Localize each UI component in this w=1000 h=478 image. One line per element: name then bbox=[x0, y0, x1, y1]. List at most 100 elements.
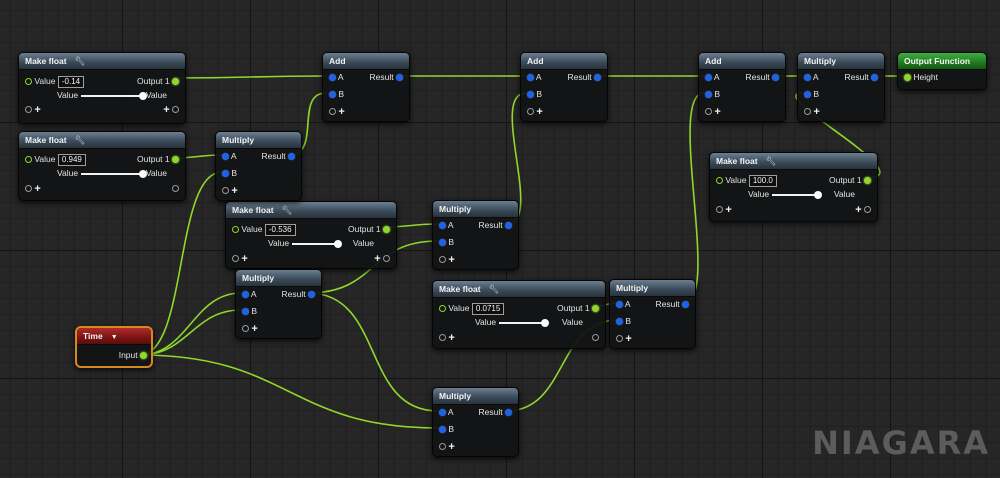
exec-pin-icon[interactable] bbox=[329, 108, 336, 116]
input-a-pin[interactable] bbox=[329, 74, 336, 82]
input-b-pin[interactable] bbox=[242, 308, 249, 316]
slider-knob[interactable] bbox=[541, 319, 549, 327]
input-a-pin[interactable] bbox=[804, 74, 811, 82]
make-float-header[interactable]: Make float 🔧︎ bbox=[433, 281, 605, 298]
value-field[interactable]: 0.949 bbox=[57, 153, 86, 166]
exec-pin-icon[interactable] bbox=[383, 255, 390, 263]
add-node-2[interactable]: Add A Result B + bbox=[520, 52, 608, 122]
input-b-pin[interactable] bbox=[439, 426, 446, 434]
exec-pin-icon[interactable] bbox=[172, 185, 179, 193]
make-float-header[interactable]: Make float 🔧︎ bbox=[710, 153, 877, 170]
result-pin[interactable] bbox=[871, 74, 878, 82]
input-a-pin[interactable] bbox=[242, 291, 249, 299]
value-input-pin[interactable] bbox=[232, 226, 239, 234]
exec-pin-icon[interactable] bbox=[25, 185, 32, 193]
height-input-pin[interactable] bbox=[904, 74, 911, 82]
value-slider[interactable] bbox=[772, 191, 822, 199]
time-output-pin[interactable] bbox=[140, 352, 147, 360]
value-input-pin[interactable] bbox=[25, 156, 32, 164]
slider-knob[interactable] bbox=[814, 191, 822, 199]
multiply-header[interactable]: Multiply bbox=[433, 388, 518, 405]
plus-icon[interactable]: + bbox=[374, 253, 380, 265]
wrench-icon[interactable]: 🔧︎ bbox=[766, 156, 777, 166]
exec-pin-icon[interactable] bbox=[592, 334, 599, 342]
make-float-node-4[interactable]: Make float 🔧︎ Value 0.0715 Output 1 Value… bbox=[432, 280, 606, 349]
exec-pin-icon[interactable] bbox=[172, 106, 179, 114]
input-b-pin[interactable] bbox=[439, 239, 446, 247]
make-float-node-3[interactable]: Make float 🔧︎ Value -0.536 Output 1 Value… bbox=[225, 201, 397, 269]
exec-pin-icon[interactable] bbox=[804, 108, 811, 116]
exec-pin-icon[interactable] bbox=[527, 108, 534, 116]
result-pin[interactable] bbox=[682, 301, 689, 309]
result-pin[interactable] bbox=[505, 409, 512, 417]
multiply-header[interactable]: Multiply bbox=[236, 270, 321, 287]
exec-pin-icon[interactable] bbox=[439, 443, 446, 451]
input-b-pin[interactable] bbox=[705, 91, 712, 99]
make-float-node-2[interactable]: Make float 🔧︎ Value 0.949 Output 1 Value … bbox=[18, 131, 186, 201]
plus-icon[interactable]: + bbox=[34, 183, 40, 195]
exec-pin-icon[interactable] bbox=[242, 325, 249, 333]
value-input-pin[interactable] bbox=[439, 305, 446, 313]
multiply-header[interactable]: Multiply bbox=[610, 280, 695, 297]
dropdown-caret-icon[interactable]: ▼ bbox=[111, 334, 118, 341]
multiply-node-3[interactable]: Multiply A Result B + bbox=[235, 269, 322, 339]
input-b-pin[interactable] bbox=[804, 91, 811, 99]
output-pin[interactable] bbox=[864, 177, 871, 185]
exec-pin-icon[interactable] bbox=[222, 187, 229, 195]
multiply-header[interactable]: Multiply bbox=[433, 201, 518, 218]
value-input-pin[interactable] bbox=[25, 78, 32, 86]
add-header[interactable]: Add bbox=[323, 53, 409, 70]
plus-icon[interactable]: + bbox=[241, 253, 247, 265]
output-pin[interactable] bbox=[172, 78, 179, 86]
add-node-1[interactable]: Add A Result B + bbox=[322, 52, 410, 122]
multiply-header[interactable]: Multiply bbox=[798, 53, 884, 70]
result-pin[interactable] bbox=[396, 74, 403, 82]
add-header[interactable]: Add bbox=[699, 53, 785, 70]
make-float-node-5[interactable]: Make float 🔧︎ Value 100.0 Output 1 Value … bbox=[709, 152, 878, 222]
result-pin[interactable] bbox=[505, 222, 512, 230]
exec-pin-icon[interactable] bbox=[25, 106, 32, 114]
value-field[interactable]: -0.14 bbox=[57, 75, 85, 88]
multiply-node-2[interactable]: Multiply A Result B + bbox=[432, 200, 519, 270]
make-float-node-1[interactable]: Make float 🔧︎ Value -0.14 Output 1 Value … bbox=[18, 52, 186, 124]
plus-icon[interactable]: + bbox=[163, 104, 169, 116]
result-pin[interactable] bbox=[288, 153, 295, 161]
output-function-header[interactable]: Output Function bbox=[898, 53, 986, 70]
multiply-node-1[interactable]: Multiply A Result B + bbox=[215, 131, 302, 201]
value-field[interactable]: 0.0715 bbox=[471, 302, 505, 315]
result-pin[interactable] bbox=[772, 74, 779, 82]
wrench-icon[interactable]: 🔧︎ bbox=[489, 284, 500, 294]
plus-icon[interactable]: + bbox=[725, 204, 731, 216]
plus-icon[interactable]: + bbox=[625, 333, 631, 345]
wrench-icon[interactable]: 🔧︎ bbox=[75, 56, 86, 66]
plus-icon[interactable]: + bbox=[34, 104, 40, 116]
value-slider[interactable] bbox=[499, 319, 549, 327]
plus-icon[interactable]: + bbox=[714, 106, 720, 118]
input-a-pin[interactable] bbox=[222, 153, 229, 161]
exec-pin-icon[interactable] bbox=[864, 206, 871, 214]
make-float-header[interactable]: Make float 🔧︎ bbox=[19, 53, 185, 70]
plus-icon[interactable]: + bbox=[231, 185, 237, 197]
multiply-node-5[interactable]: Multiply A Result B + bbox=[432, 387, 519, 457]
plus-icon[interactable]: + bbox=[536, 106, 542, 118]
input-b-pin[interactable] bbox=[329, 91, 336, 99]
input-b-pin[interactable] bbox=[222, 170, 229, 178]
plus-icon[interactable]: + bbox=[813, 106, 819, 118]
input-a-pin[interactable] bbox=[439, 222, 446, 230]
plus-icon[interactable]: + bbox=[448, 332, 454, 344]
multiply-node-4[interactable]: Multiply A Result B + bbox=[609, 279, 696, 349]
exec-pin-icon[interactable] bbox=[439, 334, 446, 342]
slider-knob[interactable] bbox=[334, 240, 342, 248]
exec-pin-icon[interactable] bbox=[439, 256, 446, 264]
plus-icon[interactable]: + bbox=[448, 441, 454, 453]
output-pin[interactable] bbox=[592, 305, 599, 313]
value-slider[interactable] bbox=[292, 240, 342, 248]
time-node[interactable]: Time ▼ Input bbox=[75, 326, 153, 368]
plus-icon[interactable]: + bbox=[338, 106, 344, 118]
exec-pin-icon[interactable] bbox=[616, 335, 623, 343]
input-a-pin[interactable] bbox=[705, 74, 712, 82]
output-function-node[interactable]: Output Function Height bbox=[897, 52, 987, 90]
make-float-header[interactable]: Make float 🔧︎ bbox=[19, 132, 185, 149]
result-pin[interactable] bbox=[308, 291, 315, 299]
value-field[interactable]: -0.536 bbox=[264, 223, 296, 236]
